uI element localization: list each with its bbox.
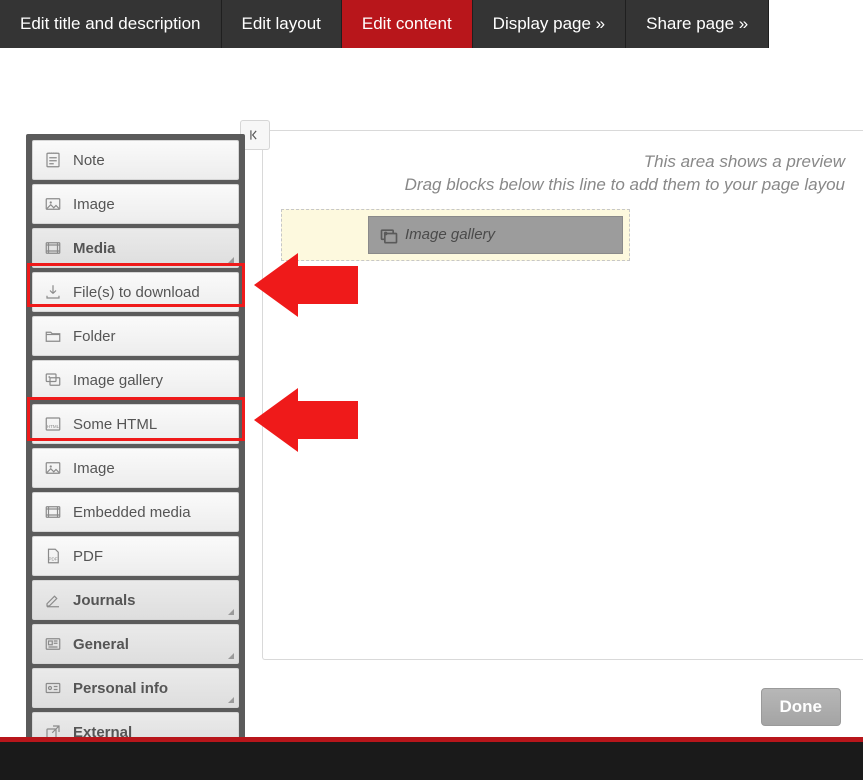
done-button[interactable]: Done [761, 688, 842, 726]
download-icon [43, 283, 63, 301]
sidebar-item-label: Journals [73, 592, 136, 609]
sidebar-item-label: Embedded media [73, 504, 191, 521]
sidebar-item-label: Image [73, 460, 115, 477]
media-icon [43, 239, 63, 257]
top-tabbar: Edit title and description Edit layout E… [0, 0, 863, 48]
sidebar-item-note[interactable]: Note [32, 140, 239, 180]
preview-hint-line2: Drag blocks below this line to add them … [405, 175, 845, 194]
sidebar-item-html[interactable]: HTML Some HTML [32, 404, 239, 444]
workspace: This area shows a preview Drag blocks be… [0, 48, 863, 776]
sidebar-item-journals[interactable]: Journals [32, 580, 239, 620]
sidebar-item-label: Image gallery [73, 372, 163, 389]
sidebar-item-label: PDF [73, 548, 103, 565]
sidebar-item-label: Folder [73, 328, 116, 345]
sidebar-item-label: File(s) to download [73, 284, 200, 301]
pencil-icon [43, 591, 63, 609]
tab-edit-title[interactable]: Edit title and description [0, 0, 222, 48]
dragged-block-image-gallery[interactable]: Image gallery [368, 216, 623, 254]
preview-hint: This area shows a preview Drag blocks be… [281, 151, 845, 197]
sidebar-item-files[interactable]: File(s) to download [32, 272, 239, 312]
sidebar: Note Image Media File(s) to download Folder I… [26, 134, 245, 762]
card-icon [43, 679, 63, 697]
drop-slot-1[interactable]: Image gallery [281, 209, 630, 261]
sidebar-item-gallery[interactable]: Image gallery [32, 360, 239, 400]
preview-hint-line1: This area shows a preview [644, 152, 845, 171]
media-icon [43, 503, 63, 521]
sidebar-item-personal[interactable]: Personal info [32, 668, 239, 708]
image-icon [43, 195, 63, 213]
sidebar-item-image2[interactable]: Image [32, 448, 239, 488]
svg-text:PDF: PDF [49, 557, 58, 562]
folder-icon [43, 327, 63, 345]
tab-display-page[interactable]: Display page » [473, 0, 626, 48]
sidebar-item-general[interactable]: General [32, 624, 239, 664]
preview-panel: This area shows a preview Drag blocks be… [262, 130, 863, 660]
sidebar-item-pdf[interactable]: PDF PDF [32, 536, 239, 576]
sidebar-item-label: Some HTML [73, 416, 157, 433]
sidebar-item-embed[interactable]: Embedded media [32, 492, 239, 532]
sidebar-item-label: General [73, 636, 129, 653]
gallery-icon [43, 371, 63, 389]
sidebar-item-media[interactable]: Media [32, 228, 239, 268]
drop-slot-2[interactable] [646, 209, 845, 261]
sidebar-item-folder[interactable]: Folder [32, 316, 239, 356]
news-icon [43, 635, 63, 653]
sidebar-item-label: Media [73, 240, 116, 257]
pdf-icon: PDF [43, 547, 63, 565]
dragged-block-label: Image gallery [405, 226, 495, 243]
svg-text:HTML: HTML [47, 424, 60, 429]
sidebar-item-image1[interactable]: Image [32, 184, 239, 224]
sidebar-item-label: Personal info [73, 680, 168, 697]
tab-edit-content[interactable]: Edit content [342, 0, 473, 48]
note-icon [43, 151, 63, 169]
tab-share-page[interactable]: Share page » [626, 0, 769, 48]
done-area: Done [262, 672, 863, 742]
sidebar-item-label: Image [73, 196, 115, 213]
sidebar-item-label: Note [73, 152, 105, 169]
html-icon: HTML [43, 415, 63, 433]
drop-row: Image gallery [281, 209, 845, 261]
gallery-icon [379, 226, 399, 244]
footer-bar [0, 737, 863, 780]
tab-edit-layout[interactable]: Edit layout [222, 0, 342, 48]
arrow-left-icon [248, 128, 262, 142]
image-icon [43, 459, 63, 477]
